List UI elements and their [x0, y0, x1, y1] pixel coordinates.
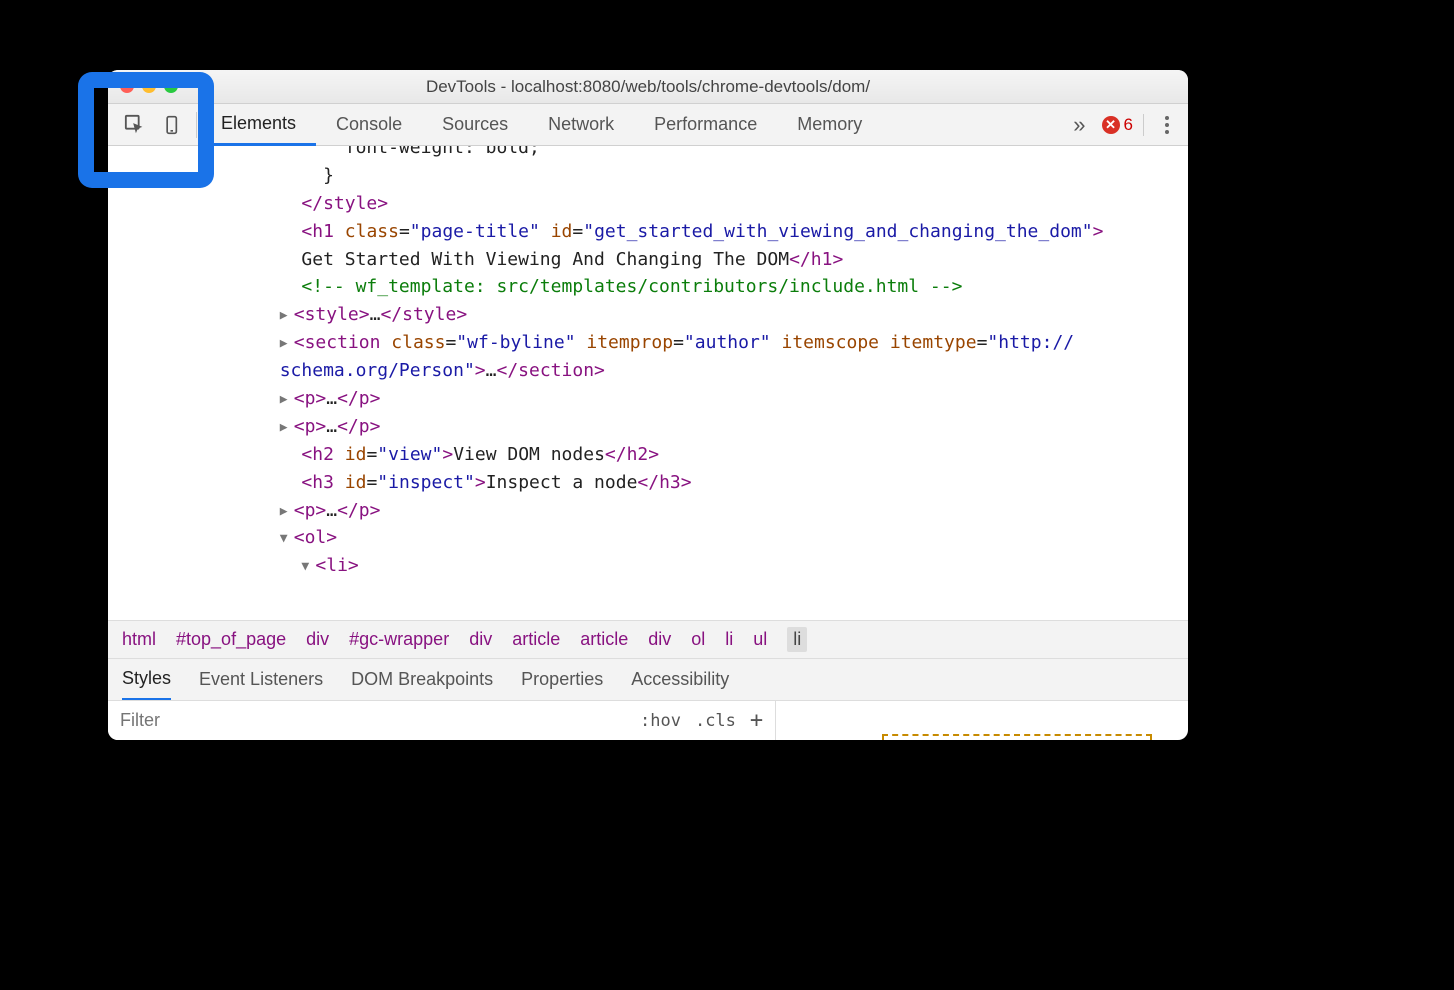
code-line[interactable]: <h3 id="inspect">Inspect a node</h3> — [108, 469, 1188, 497]
tabs-overflow-icon[interactable]: » — [1067, 112, 1091, 138]
crumb-article[interactable]: article — [512, 629, 560, 650]
code-line[interactable]: ▶<style>…</style> — [108, 301, 1188, 329]
subtab-dom-breakpoints[interactable]: DOM Breakpoints — [351, 669, 493, 690]
code-line[interactable]: ▶<p>…</p> — [108, 497, 1188, 525]
separator — [1143, 114, 1144, 136]
crumb-html[interactable]: html — [122, 629, 156, 650]
crumb-article[interactable]: article — [580, 629, 628, 650]
close-window-icon[interactable] — [120, 79, 134, 93]
subtab-properties[interactable]: Properties — [521, 669, 603, 690]
code-line[interactable]: ▶<section class="wf-byline" itemprop="au… — [108, 329, 1188, 357]
breadcrumb-bar: html #top_of_page div #gc-wrapper div ar… — [108, 620, 1188, 658]
crumb-top-of-page[interactable]: #top_of_page — [176, 629, 286, 650]
code-line[interactable]: <h2 id="view">View DOM nodes</h2> — [108, 441, 1188, 469]
styles-tabbar: Styles Event Listeners DOM Breakpoints P… — [108, 658, 1188, 700]
error-count-value: 6 — [1124, 115, 1133, 135]
styles-filter-input[interactable] — [108, 701, 628, 740]
tab-console[interactable]: Console — [316, 104, 422, 146]
code-line[interactable]: <h1 class="page-title" id="get_started_w… — [108, 218, 1188, 246]
settings-menu-icon[interactable] — [1154, 116, 1180, 134]
main-toolbar: Elements Console Sources Network Perform… — [108, 104, 1188, 146]
titlebar: DevTools - localhost:8080/web/tools/chro… — [108, 70, 1188, 104]
minimize-window-icon[interactable] — [142, 79, 156, 93]
code-line[interactable]: schema.org/Person">…</section> — [108, 357, 1188, 385]
code-line[interactable]: Get Started With Viewing And Changing Th… — [108, 246, 1188, 274]
subtab-accessibility[interactable]: Accessibility — [631, 669, 729, 690]
code-line[interactable]: ▶<p>…</p> — [108, 385, 1188, 413]
subtab-styles[interactable]: Styles — [122, 659, 171, 701]
subtab-event-listeners[interactable]: Event Listeners — [199, 669, 323, 690]
styles-filter-bar: :hov .cls + — [108, 700, 1188, 740]
code-line[interactable]: </style> — [108, 190, 1188, 218]
margin-outline — [882, 734, 1152, 740]
code-line[interactable]: ▼<li> — [108, 552, 1188, 580]
separator — [196, 112, 197, 138]
crumb-div[interactable]: div — [648, 629, 671, 650]
tab-performance[interactable]: Performance — [634, 104, 777, 146]
tab-network[interactable]: Network — [528, 104, 634, 146]
device-toolbar-icon[interactable] — [154, 106, 192, 144]
hov-toggle[interactable]: :hov — [640, 711, 681, 731]
tab-memory[interactable]: Memory — [777, 104, 882, 146]
maximize-window-icon[interactable] — [164, 79, 178, 93]
crumb-div[interactable]: div — [306, 629, 329, 650]
crumb-ol[interactable]: ol — [691, 629, 705, 650]
code-line[interactable]: font-weight: bold; — [108, 146, 1188, 162]
tab-sources[interactable]: Sources — [422, 104, 528, 146]
code-line[interactable]: ▶<p>…</p> — [108, 413, 1188, 441]
code-line[interactable]: ▼<ol> — [108, 524, 1188, 552]
cls-toggle[interactable]: .cls — [695, 711, 736, 731]
elements-panel[interactable]: font-weight: bold; } </style> <h1 class=… — [108, 146, 1188, 620]
inspect-element-icon[interactable] — [116, 106, 154, 144]
crumb-gc-wrapper[interactable]: #gc-wrapper — [349, 629, 449, 650]
window-title: DevTools - localhost:8080/web/tools/chro… — [426, 77, 870, 97]
crumb-ul[interactable]: ul — [753, 629, 767, 650]
error-icon: ✕ — [1102, 116, 1120, 134]
crumb-div[interactable]: div — [469, 629, 492, 650]
code-line[interactable]: } — [108, 162, 1188, 190]
tab-elements[interactable]: Elements — [201, 104, 316, 146]
error-count[interactable]: ✕ 6 — [1102, 115, 1133, 135]
crumb-li-selected[interactable]: li — [787, 627, 807, 652]
devtools-window: DevTools - localhost:8080/web/tools/chro… — [108, 70, 1188, 740]
box-model-preview — [776, 701, 1188, 740]
crumb-li[interactable]: li — [725, 629, 733, 650]
code-line[interactable]: <!-- wf_template: src/templates/contribu… — [108, 273, 1188, 301]
window-controls — [120, 79, 178, 93]
new-style-rule-icon[interactable]: + — [750, 708, 763, 733]
